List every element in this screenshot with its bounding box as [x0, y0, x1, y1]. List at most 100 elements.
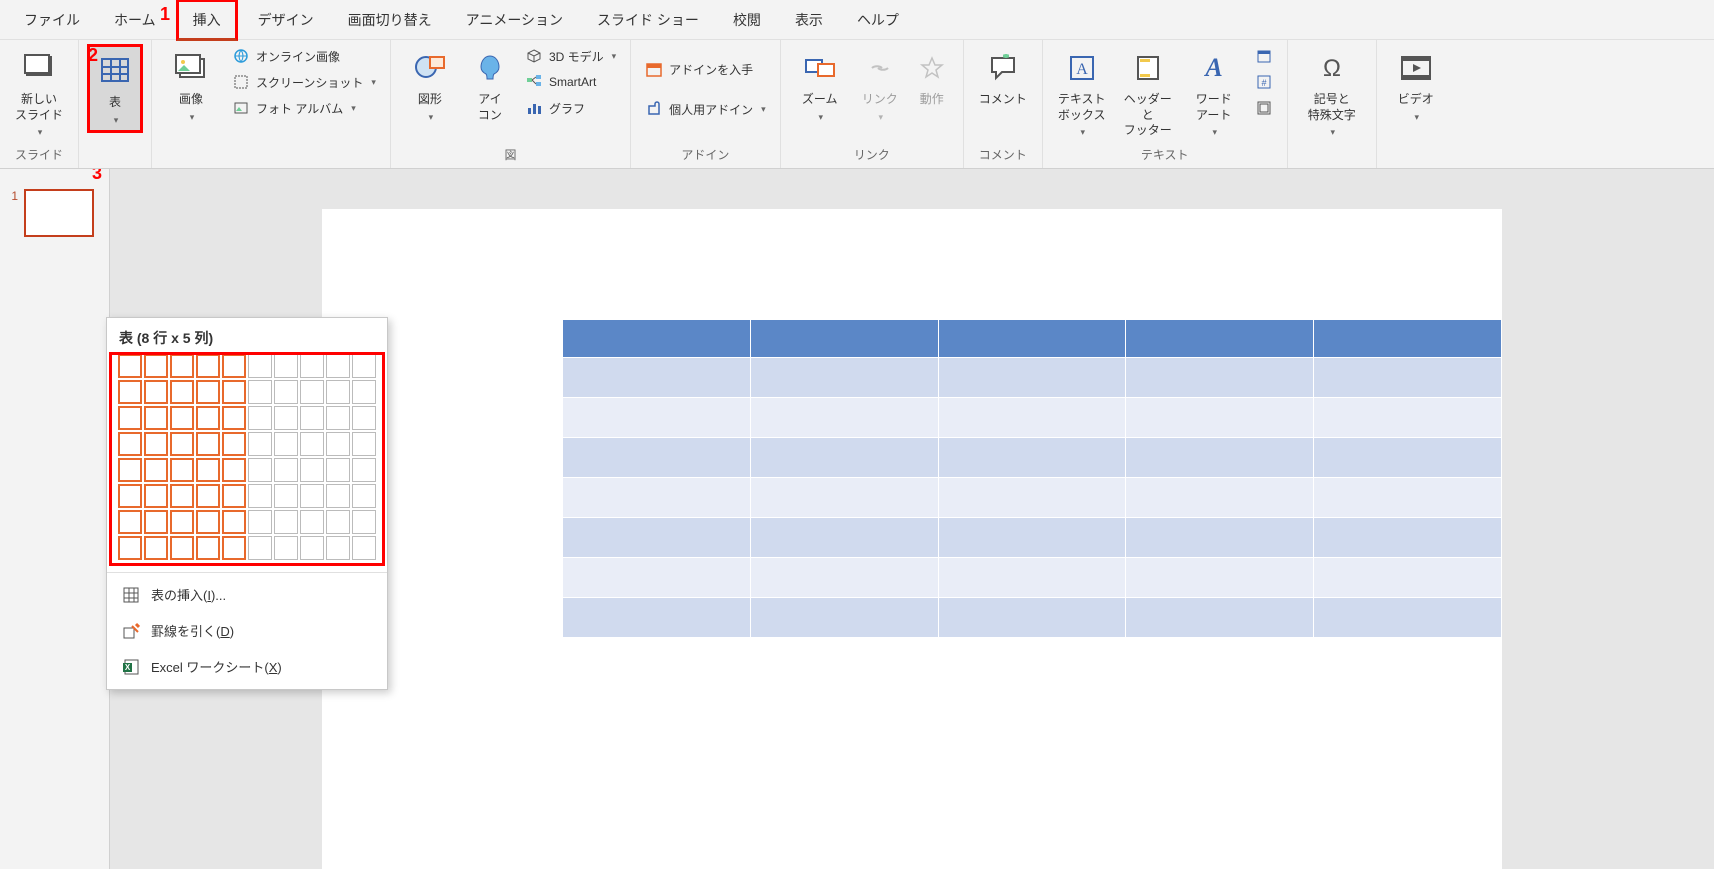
- tab-help[interactable]: ヘルプ: [843, 2, 913, 38]
- grid-cell[interactable]: [300, 484, 324, 508]
- grid-cell[interactable]: [300, 458, 324, 482]
- grid-cell[interactable]: [118, 406, 142, 430]
- grid-cell[interactable]: [300, 510, 324, 534]
- grid-cell[interactable]: [170, 458, 194, 482]
- screenshot-button[interactable]: スクリーンショット ▾: [226, 70, 382, 94]
- tab-animation[interactable]: アニメーション: [452, 2, 577, 38]
- object-button[interactable]: [1249, 96, 1279, 120]
- grid-cell[interactable]: [274, 432, 298, 456]
- tab-design[interactable]: デザイン: [244, 2, 328, 38]
- grid-cell[interactable]: [222, 484, 246, 508]
- video-button[interactable]: ビデオ ▾: [1385, 44, 1447, 127]
- grid-cell[interactable]: [144, 406, 168, 430]
- icons-button[interactable]: アイ コン: [465, 44, 515, 127]
- grid-cell[interactable]: [144, 458, 168, 482]
- grid-cell[interactable]: [170, 484, 194, 508]
- grid-cell[interactable]: [170, 406, 194, 430]
- slidenumber-button[interactable]: #: [1249, 70, 1279, 94]
- grid-cell[interactable]: [196, 510, 220, 534]
- grid-cell[interactable]: [248, 354, 272, 378]
- grid-cell[interactable]: [326, 432, 350, 456]
- tab-transition[interactable]: 画面切り替え: [334, 2, 446, 38]
- grid-cell[interactable]: [144, 510, 168, 534]
- excel-worksheet-item[interactable]: X Excel ワークシート(X): [107, 649, 387, 685]
- headerfooter-button[interactable]: ヘッダーと フッター: [1117, 44, 1179, 143]
- grid-cell[interactable]: [274, 380, 298, 404]
- grid-cell[interactable]: [144, 354, 168, 378]
- grid-cell[interactable]: [274, 536, 298, 560]
- new-slide-button[interactable]: 新しい スライド ▾: [8, 44, 70, 142]
- grid-cell[interactable]: [196, 432, 220, 456]
- grid-cell[interactable]: [170, 510, 194, 534]
- tab-review[interactable]: 校閲: [719, 2, 775, 38]
- grid-cell[interactable]: [300, 406, 324, 430]
- grid-cell[interactable]: [274, 510, 298, 534]
- grid-cell[interactable]: [326, 510, 350, 534]
- photo-album-button[interactable]: フォト アルバム ▾: [226, 96, 382, 120]
- grid-cell[interactable]: [300, 432, 324, 456]
- online-pictures-button[interactable]: オンライン画像: [226, 44, 382, 68]
- table-size-grid[interactable]: [118, 354, 376, 560]
- grid-cell[interactable]: [274, 354, 298, 378]
- grid-cell[interactable]: [352, 380, 376, 404]
- grid-cell[interactable]: [144, 432, 168, 456]
- grid-cell[interactable]: [222, 432, 246, 456]
- grid-cell[interactable]: [274, 458, 298, 482]
- tab-view[interactable]: 表示: [781, 2, 837, 38]
- grid-cell[interactable]: [352, 484, 376, 508]
- thumbnail-1[interactable]: 1: [0, 189, 109, 237]
- insert-table-item[interactable]: 表の挿入(I)...: [107, 577, 387, 613]
- textbox-button[interactable]: A テキスト ボックス ▾: [1051, 44, 1113, 142]
- grid-cell[interactable]: [248, 432, 272, 456]
- grid-cell[interactable]: [170, 536, 194, 560]
- grid-cell[interactable]: [144, 536, 168, 560]
- grid-cell[interactable]: [300, 380, 324, 404]
- tab-file[interactable]: ファイル: [10, 2, 94, 38]
- tab-slideshow[interactable]: スライド ショー: [583, 2, 713, 38]
- grid-cell[interactable]: [274, 406, 298, 430]
- grid-cell[interactable]: [196, 406, 220, 430]
- grid-cell[interactable]: [248, 458, 272, 482]
- grid-cell[interactable]: [248, 406, 272, 430]
- grid-cell[interactable]: [144, 484, 168, 508]
- grid-cell[interactable]: [170, 432, 194, 456]
- pictures-button[interactable]: 画像 ▾: [160, 44, 222, 127]
- grid-cell[interactable]: [248, 484, 272, 508]
- grid-cell[interactable]: [248, 536, 272, 560]
- draw-table-item[interactable]: 罫線を引く(D): [107, 613, 387, 649]
- grid-cell[interactable]: [326, 536, 350, 560]
- shapes-button[interactable]: 図形 ▾: [399, 44, 461, 127]
- grid-cell[interactable]: [248, 380, 272, 404]
- grid-cell[interactable]: [118, 380, 142, 404]
- grid-cell[interactable]: [196, 484, 220, 508]
- grid-cell[interactable]: [222, 354, 246, 378]
- grid-cell[interactable]: [274, 484, 298, 508]
- grid-cell[interactable]: [118, 432, 142, 456]
- grid-cell[interactable]: [352, 354, 376, 378]
- grid-cell[interactable]: [352, 432, 376, 456]
- grid-cell[interactable]: [352, 510, 376, 534]
- grid-cell[interactable]: [222, 536, 246, 560]
- smartart-button[interactable]: SmartArt: [519, 70, 622, 94]
- grid-cell[interactable]: [326, 458, 350, 482]
- grid-cell[interactable]: [300, 536, 324, 560]
- grid-cell[interactable]: [222, 380, 246, 404]
- grid-cell[interactable]: [222, 510, 246, 534]
- grid-cell[interactable]: [118, 510, 142, 534]
- grid-cell[interactable]: [196, 536, 220, 560]
- grid-cell[interactable]: [248, 510, 272, 534]
- tab-insert[interactable]: 挿入: [176, 0, 238, 41]
- model3d-button[interactable]: 3D モデル ▾: [519, 44, 622, 68]
- chart-button[interactable]: グラフ: [519, 96, 622, 120]
- link-button[interactable]: リンク ▾: [855, 44, 905, 127]
- slide[interactable]: [322, 209, 1502, 869]
- wordart-button[interactable]: A ワード アート ▾: [1183, 44, 1245, 142]
- grid-cell[interactable]: [144, 380, 168, 404]
- grid-cell[interactable]: [118, 484, 142, 508]
- grid-cell[interactable]: [326, 354, 350, 378]
- comment-button[interactable]: コメント: [972, 44, 1034, 112]
- grid-cell[interactable]: [300, 354, 324, 378]
- my-addins-button[interactable]: 個人用アドイン ▾: [639, 97, 772, 121]
- grid-cell[interactable]: [222, 406, 246, 430]
- grid-cell[interactable]: [352, 536, 376, 560]
